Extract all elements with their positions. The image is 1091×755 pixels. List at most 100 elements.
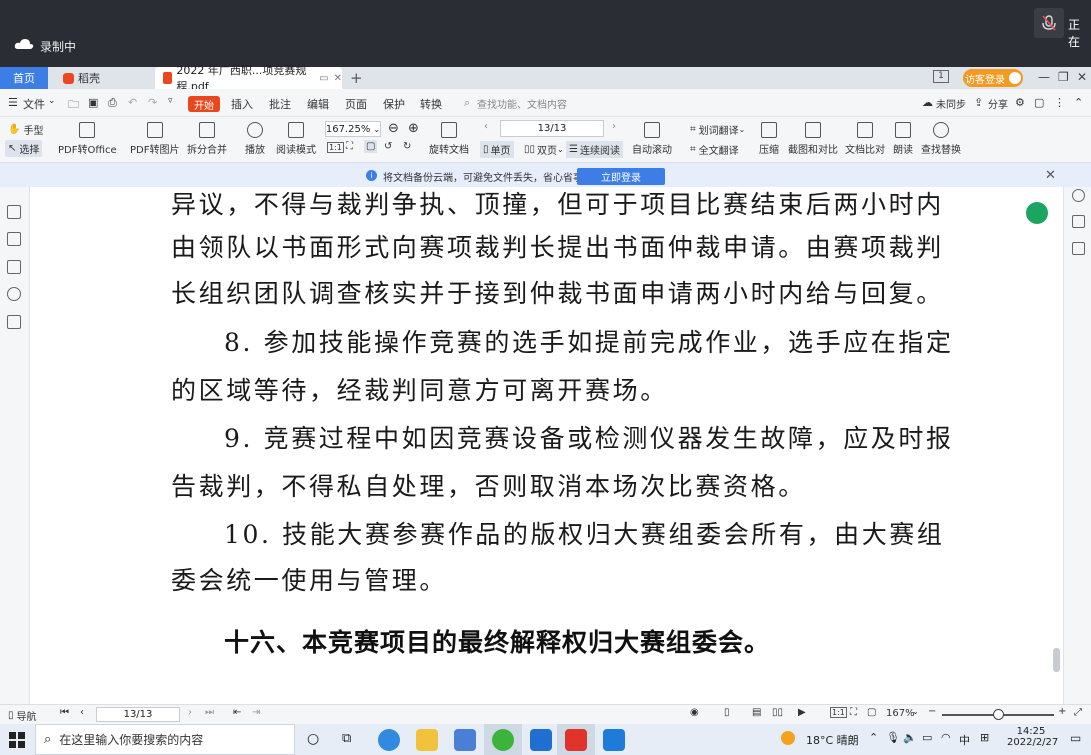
guest-login-button[interactable]: 访客登录 <box>963 69 1023 87</box>
zoom-out-icon[interactable]: ⊖ <box>388 121 399 136</box>
hamburger-icon[interactable]: ☰ <box>8 96 18 109</box>
pdf-to-office-button[interactable]: PDF转Office <box>58 122 117 156</box>
sync-status[interactable]: 未同步 <box>936 96 966 111</box>
fullscreen-icon[interactable]: ⤢ <box>1074 707 1082 718</box>
meeting-icon[interactable] <box>603 729 625 751</box>
menu-file[interactable]: 文件 <box>23 96 45 112</box>
clock[interactable]: 14:25 2022/2/27 <box>1007 726 1058 748</box>
vertical-scrollbar[interactable] <box>1053 648 1060 672</box>
hand-tool[interactable]: ✋ 手型 <box>8 122 43 137</box>
close-window-icon[interactable]: ✕ <box>1077 70 1087 84</box>
speaker-icon[interactable]: 🔈 <box>903 731 917 744</box>
comment-icon[interactable] <box>7 260 21 274</box>
prev-page-icon[interactable]: ‹ <box>484 121 488 132</box>
close-notice-icon[interactable]: ✕ <box>1045 168 1056 183</box>
adjust-icon[interactable] <box>1072 215 1085 228</box>
ime-indicator[interactable]: 中 <box>959 732 970 748</box>
split-merge-button[interactable]: 拆分合并 <box>187 122 227 156</box>
undo-icon[interactable]: ↶ <box>128 96 137 109</box>
tab-document[interactable]: 2022 年广西职...项竞赛规程.pdf ▭ ✕ <box>155 64 342 93</box>
prev-page-icon[interactable]: ‹ <box>80 707 84 718</box>
restore-icon[interactable]: ❐ <box>1058 70 1069 84</box>
redo-icon[interactable]: ↷ <box>148 96 157 109</box>
zoom-slider-thumb[interactable] <box>993 709 1004 720</box>
weather-text[interactable]: 18°C 晴朗 <box>806 732 859 748</box>
save-icon[interactable]: ▣ <box>88 96 98 109</box>
last-page-icon[interactable]: ⏭ <box>205 707 214 718</box>
back-icon[interactable]: ⇤ <box>233 707 241 718</box>
chevron-down-icon[interactable]: ⌄ <box>48 96 56 106</box>
attachment-icon[interactable] <box>7 287 21 301</box>
translate-icon[interactable] <box>1072 242 1085 255</box>
fit-width-icon[interactable]: ▢ <box>364 140 378 153</box>
find-replace-button[interactable]: 查找替换 <box>921 122 961 156</box>
fit-page-icon[interactable]: ⛶ <box>346 141 353 152</box>
notification-icon[interactable]: ▭ <box>1070 731 1081 745</box>
select-tool[interactable]: ↖ 选择 <box>5 140 43 157</box>
rotate-left-icon[interactable]: ↺ <box>384 141 392 152</box>
page-count-icon[interactable]: 1 <box>933 70 949 83</box>
full-translate-button[interactable]: ⌗ 全文翻译 <box>690 142 739 157</box>
more-options-icon[interactable]: ⋮ <box>1054 96 1065 109</box>
thumbnail-icon[interactable] <box>7 232 21 246</box>
taskbar-search[interactable]: ⌕ 在这里输入你要搜索的内容 <box>35 724 295 755</box>
read-aloud-button[interactable]: 朗读 <box>893 122 913 156</box>
login-now-button[interactable]: 立即登录 <box>577 168 665 185</box>
mic-muted-icon[interactable] <box>1034 8 1064 38</box>
status-zoom-value[interactable]: 167% <box>886 708 915 719</box>
zoom-in-icon[interactable]: ⊕ <box>408 121 419 136</box>
single-page-view-icon[interactable]: ▯ <box>724 707 730 718</box>
doc-compare-button[interactable]: 文档比对 <box>845 122 885 156</box>
show-hidden-icon[interactable]: ⌃ <box>869 731 878 744</box>
play-button[interactable]: 播放 <box>245 122 265 156</box>
menu-convert[interactable]: 转换 <box>420 96 442 112</box>
store-icon[interactable] <box>454 729 476 751</box>
comment-icon[interactable]: ▢ <box>1034 96 1044 109</box>
wechat-icon[interactable] <box>492 729 514 751</box>
menu-start[interactable]: 开始 <box>188 96 220 112</box>
chevron-down-icon[interactable]: ⌄ <box>912 707 919 716</box>
menu-insert[interactable]: 插入 <box>231 96 253 112</box>
ime-mode-icon[interactable]: ⊞ <box>980 731 989 744</box>
minimize-icon[interactable]: — <box>1038 70 1050 84</box>
settings-icon[interactable]: ⚙ <box>1015 96 1025 109</box>
auto-scroll-button[interactable]: 自动滚动 <box>632 122 672 156</box>
open-folder-icon[interactable]: 🗀 <box>68 96 79 115</box>
navigation-button[interactable]: ▯ 导航 <box>8 708 37 723</box>
mail-icon[interactable] <box>530 729 552 751</box>
fit-page-icon[interactable]: ⛶ <box>850 707 857 718</box>
tab-daoke[interactable]: 稻壳 <box>55 67 150 89</box>
network-icon[interactable]: ▭ <box>922 731 932 744</box>
zoom-select[interactable]: 167.25% ⌄ <box>325 121 381 137</box>
tab-home[interactable]: 首页 <box>0 67 48 89</box>
edge-icon[interactable] <box>378 729 400 751</box>
feature-search[interactable]: 查找功能、文档内容 <box>477 96 567 111</box>
menu-protect[interactable]: 保护 <box>383 96 405 112</box>
document-view[interactable]: 异议，不得与裁判争执、顶撞，但可于项目比赛结束后两小时内 由领队以书面形式向赛项… <box>31 187 1063 704</box>
single-page-button[interactable]: ▯ 单页 <box>480 141 514 158</box>
first-page-icon[interactable]: ⏮ <box>60 707 69 718</box>
continuous-read-button[interactable]: ☰ 连续阅读 <box>566 141 623 158</box>
collapse-ribbon-icon[interactable]: ⌃ <box>1074 96 1083 109</box>
windows-start-icon[interactable] <box>9 732 25 748</box>
more-icon[interactable]: ▿ <box>168 96 173 106</box>
rotate-document-button[interactable]: 旋转文档 <box>429 122 469 156</box>
status-page-input[interactable]: 13/13 <box>96 707 180 722</box>
forward-icon[interactable]: ⇥ <box>252 707 260 718</box>
table-tool-icon[interactable] <box>1026 202 1048 224</box>
next-page-icon[interactable]: › <box>612 121 616 132</box>
menu-edit[interactable]: 编辑 <box>307 96 329 112</box>
zoom-in-icon[interactable]: + <box>1058 706 1066 717</box>
fit-width-icon[interactable]: ▢ <box>867 707 876 718</box>
screenshot-compare-button[interactable]: 截图和对比 <box>788 122 838 156</box>
compress-button[interactable]: 压缩 <box>759 122 779 156</box>
play-icon[interactable]: ▶ <box>798 707 806 718</box>
double-page-button[interactable]: ▯▯ 双页 ⌄ <box>524 142 564 157</box>
file-explorer-icon[interactable] <box>416 729 438 751</box>
menu-page[interactable]: 页面 <box>345 96 367 112</box>
page-number-input[interactable]: 13/13 <box>500 120 604 137</box>
menu-annotate[interactable]: 批注 <box>269 96 291 112</box>
word-translate-button[interactable]: ⌗ 划词翻译 ⌄ <box>690 122 745 137</box>
actual-size-icon[interactable]: 1:1 <box>327 142 344 153</box>
double-view-icon[interactable]: ▯▯ <box>772 707 783 718</box>
